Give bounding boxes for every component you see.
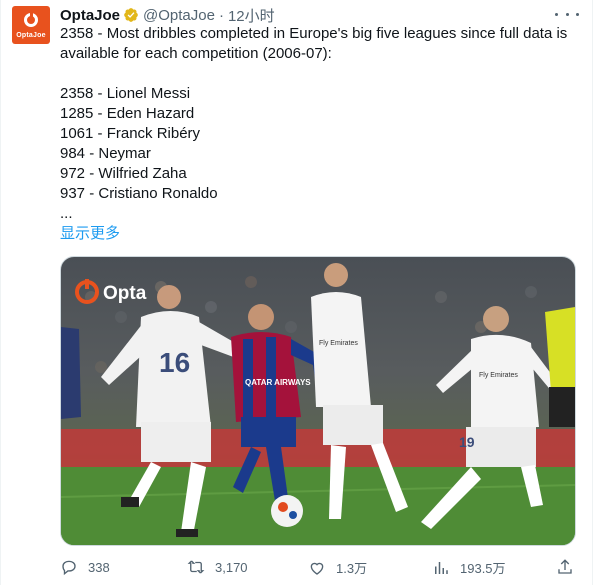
tweet-card[interactable]: OptaJoe OptaJoe @OptaJoe · 12小时 2358 - M… — [0, 0, 593, 585]
tweet-line: 1061 - Franck Ribéry — [60, 125, 201, 142]
reply-icon — [62, 560, 76, 576]
tweet-line: 2358 - Most dribbles completed in Europe… — [60, 25, 568, 62]
player-left-edge — [61, 327, 81, 419]
action-bar: 338 3,170 1.3万 193.5万 — [60, 558, 580, 578]
retweet-button[interactable]: 3,170 — [187, 558, 248, 576]
like-count: 1.3万 — [336, 561, 368, 576]
retweet-icon — [187, 560, 205, 574]
tweet-line: 937 - Cristiano Ronaldo — [60, 185, 218, 202]
tweet-line: 984 - Neymar — [60, 145, 151, 162]
show-more-link[interactable]: 显示更多 — [60, 224, 120, 244]
tweet-photo[interactable]: Opta 16 QATAR AIRWAYS Fly Emirates Fly E… — [60, 256, 576, 546]
views-count: 193.5万 — [460, 561, 506, 576]
heart-icon — [310, 562, 324, 575]
share-icon — [558, 559, 572, 574]
sponsor-text: Fly Emirates — [319, 340, 358, 347]
like-button[interactable]: 1.3万 — [308, 558, 367, 577]
separator-dot: · — [218, 6, 224, 24]
timestamp[interactable]: 12小时 — [228, 5, 275, 26]
tweet-line: 2358 - Lionel Messi — [60, 85, 191, 102]
reply-button[interactable]: 338 — [60, 558, 110, 576]
watermark-text: Opta — [103, 283, 147, 304]
tweet-text: 2358 - Most dribbles completed in Europe… — [60, 24, 580, 224]
tweet-line — [60, 64, 580, 84]
views-chart-icon — [435, 561, 448, 574]
avatar[interactable]: OptaJoe — [12, 6, 50, 44]
jersey-number: 19 — [459, 434, 475, 450]
opta-logo-icon — [24, 13, 38, 27]
sponsor-text: QATAR AIRWAYS — [245, 378, 311, 387]
views-button[interactable]: 193.5万 — [432, 558, 506, 577]
author-name[interactable]: OptaJoe — [60, 7, 120, 24]
tweet-line: 972 - Wilfried Zaha — [60, 165, 187, 182]
reply-count: 338 — [88, 559, 110, 575]
jersey-number: 16 — [159, 347, 190, 378]
referee — [545, 307, 575, 427]
opta-watermark: Opta — [75, 279, 147, 304]
author-handle[interactable]: @OptaJoe — [143, 7, 215, 24]
verified-badge-icon — [124, 8, 138, 22]
share-button[interactable] — [556, 558, 584, 576]
tweet-line: 1285 - Eden Hazard — [60, 105, 195, 122]
retweet-count: 3,170 — [215, 559, 248, 575]
tweet-line: ... — [60, 205, 73, 222]
avatar-wordmark: OptaJoe — [16, 32, 46, 39]
football-photo: Opta 16 QATAR AIRWAYS Fly Emirates Fly E… — [61, 263, 575, 545]
more-options-icon[interactable] — [555, 5, 579, 23]
sponsor-text: Fly Emirates — [479, 372, 518, 379]
left-border — [0, 0, 1, 585]
tweet-header: OptaJoe @OptaJoe · 12小时 — [60, 5, 275, 25]
